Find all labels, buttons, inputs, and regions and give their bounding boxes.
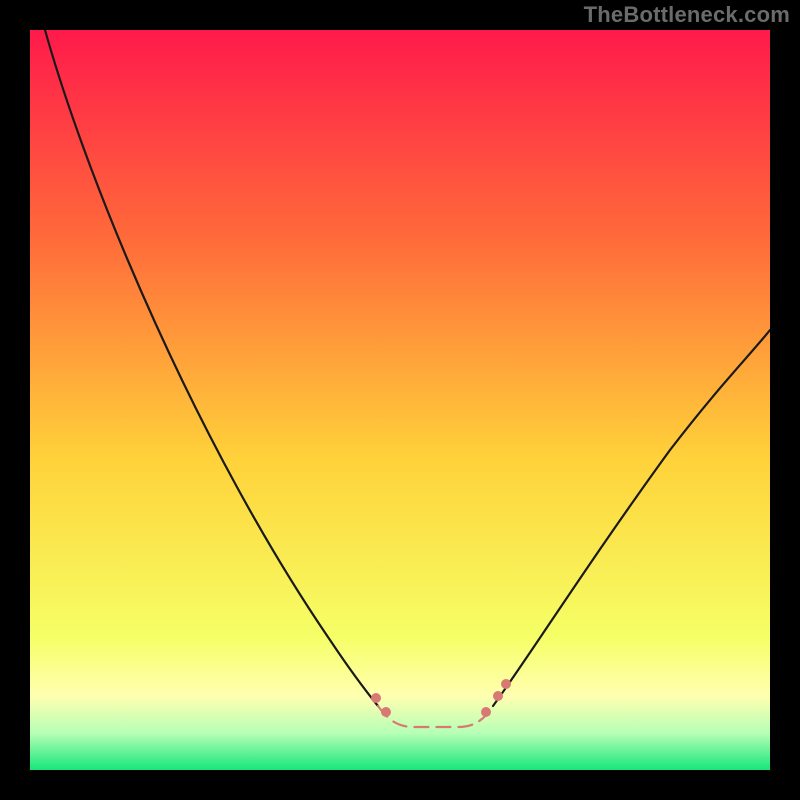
chart-frame: TheBottleneck.com — [0, 0, 800, 800]
watermark-label: TheBottleneck.com — [584, 2, 790, 28]
plot-area — [30, 30, 770, 770]
background-gradient — [30, 30, 770, 770]
